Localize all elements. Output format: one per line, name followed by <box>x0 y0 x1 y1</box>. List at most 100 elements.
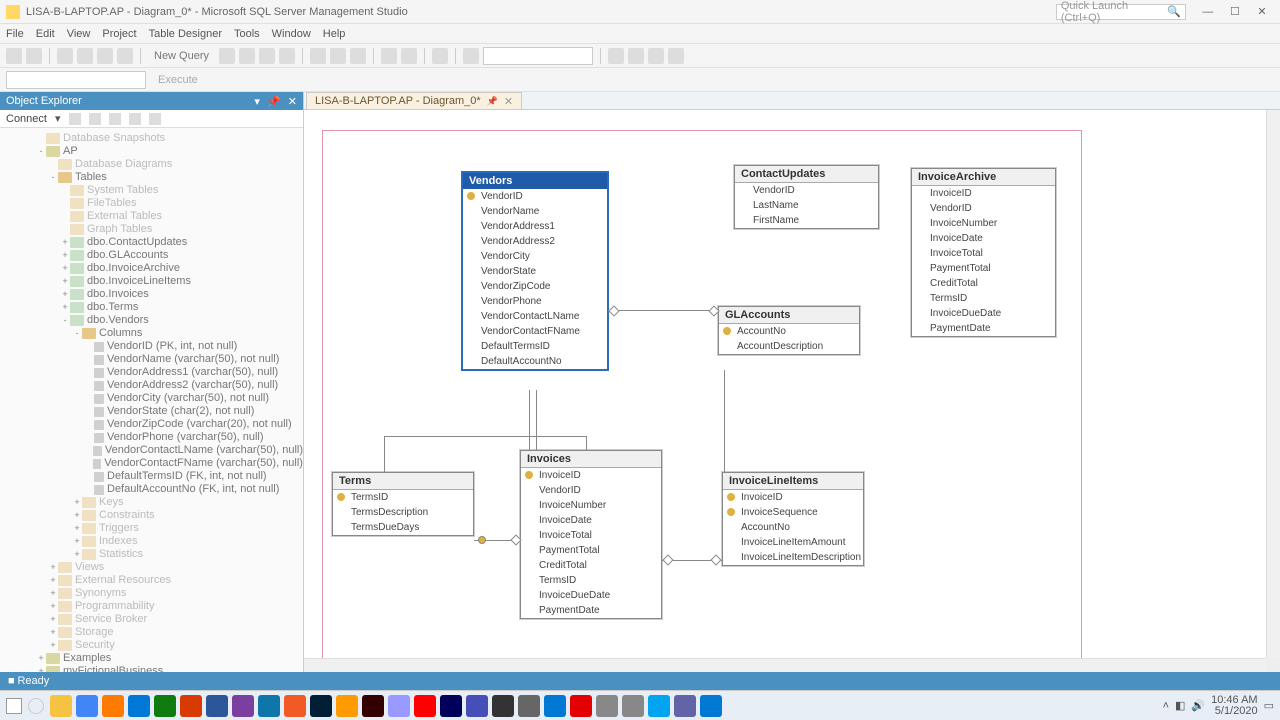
entity-column[interactable]: TermsID <box>333 490 473 505</box>
expand-icon[interactable]: + <box>60 249 70 262</box>
quick-launch-input[interactable]: Quick Launch (Ctrl+Q) 🔍 <box>1056 4 1186 20</box>
taskbar-app-icon[interactable] <box>440 695 462 717</box>
entity-column[interactable]: VendorState <box>463 264 607 279</box>
entity-column[interactable]: VendorID <box>912 201 1055 216</box>
database-combo[interactable] <box>6 71 146 89</box>
save-button[interactable] <box>97 48 113 64</box>
oe-tool-4[interactable] <box>149 113 161 125</box>
entity-terms[interactable]: Terms TermsIDTermsDescriptionTermsDueDay… <box>332 472 474 536</box>
diagram-canvas[interactable]: Vendors VendorIDVendorNameVendorAddress1… <box>304 110 1280 672</box>
entity-column[interactable]: VendorAddress1 <box>463 219 607 234</box>
tree-node[interactable]: VendorAddress2 (varchar(50), null) <box>0 379 303 392</box>
entity-column[interactable]: VendorZipCode <box>463 279 607 294</box>
pin-icon[interactable]: 📌 <box>487 96 498 107</box>
tree-node[interactable]: -Columns <box>0 327 303 340</box>
entity-invoicelineitems-title[interactable]: InvoiceLineItems <box>723 473 863 490</box>
tree-node[interactable]: VendorName (varchar(50), not null) <box>0 353 303 366</box>
notifications-icon[interactable]: ▭ <box>1264 699 1274 712</box>
entity-column[interactable]: TermsID <box>912 291 1055 306</box>
tb-icon-10[interactable] <box>668 48 684 64</box>
tree-node[interactable]: System Tables <box>0 184 303 197</box>
tab-close-icon[interactable]: ✕ <box>504 95 513 108</box>
expand-icon[interactable]: + <box>72 496 82 509</box>
toolbar-combo[interactable] <box>483 47 593 65</box>
horizontal-scrollbar[interactable] <box>304 658 1266 672</box>
cut-button[interactable] <box>310 48 326 64</box>
expand-icon[interactable]: + <box>48 574 58 587</box>
copy-button[interactable] <box>330 48 346 64</box>
expand-icon[interactable]: + <box>36 652 46 665</box>
expand-icon[interactable]: + <box>60 262 70 275</box>
oe-tool-3[interactable] <box>109 113 121 125</box>
taskbar-app-icon[interactable] <box>154 695 176 717</box>
entity-column[interactable]: AccountNo <box>723 520 863 535</box>
tree-node[interactable]: VendorCity (varchar(50), not null) <box>0 392 303 405</box>
taskbar-app-icon[interactable] <box>388 695 410 717</box>
tree-node[interactable]: Graph Tables <box>0 223 303 236</box>
entity-column[interactable]: VendorID <box>463 189 607 204</box>
entity-glaccounts-title[interactable]: GLAccounts <box>719 307 859 324</box>
entity-column[interactable]: InvoiceSequence <box>723 505 863 520</box>
taskbar-app-icon[interactable] <box>102 695 124 717</box>
tree-node[interactable]: +Keys <box>0 496 303 509</box>
minimize-button[interactable]: — <box>1196 6 1220 18</box>
taskbar-app-icon[interactable] <box>518 695 540 717</box>
entity-glaccounts[interactable]: GLAccounts AccountNoAccountDescription <box>718 306 860 355</box>
expand-icon[interactable]: + <box>48 561 58 574</box>
tree-node[interactable]: VendorContactLName (varchar(50), null) <box>0 444 303 457</box>
entity-column[interactable]: VendorName <box>463 204 607 219</box>
tree-node[interactable]: +Statistics <box>0 548 303 561</box>
entity-column[interactable]: LastName <box>735 198 878 213</box>
entity-column[interactable]: DefaultAccountNo <box>463 354 607 369</box>
expand-icon[interactable]: + <box>60 275 70 288</box>
clock[interactable]: 10:46 AM 5/1/2020 <box>1211 695 1257 717</box>
oe-close-icon[interactable]: ✕ <box>288 96 297 108</box>
execute-button[interactable]: Execute <box>152 74 204 86</box>
maximize-button[interactable]: ☐ <box>1223 5 1247 18</box>
taskbar-app-icon[interactable] <box>258 695 280 717</box>
menu-window[interactable]: Window <box>272 28 311 40</box>
tree-node[interactable]: VendorZipCode (varchar(20), not null) <box>0 418 303 431</box>
forward-button[interactable] <box>26 48 42 64</box>
entity-column[interactable]: TermsID <box>521 573 661 588</box>
entity-column[interactable]: TermsDescription <box>333 505 473 520</box>
tree-node[interactable]: +dbo.InvoiceArchive <box>0 262 303 275</box>
expand-icon[interactable]: + <box>36 665 46 672</box>
tree-node[interactable]: VendorState (char(2), not null) <box>0 405 303 418</box>
taskbar-app-icon[interactable] <box>466 695 488 717</box>
entity-invoicearchive[interactable]: InvoiceArchive InvoiceIDVendorIDInvoiceN… <box>911 168 1056 337</box>
taskbar-app-icon[interactable] <box>570 695 592 717</box>
paste-button[interactable] <box>350 48 366 64</box>
entity-column[interactable]: AccountDescription <box>719 339 859 354</box>
entity-terms-title[interactable]: Terms <box>333 473 473 490</box>
tree-node[interactable]: External Tables <box>0 210 303 223</box>
expand-icon[interactable]: + <box>60 236 70 249</box>
tree-node[interactable]: +Synonyms <box>0 587 303 600</box>
tree-node[interactable]: -AP <box>0 145 303 158</box>
entity-column[interactable]: InvoiceTotal <box>912 246 1055 261</box>
entity-column[interactable]: InvoiceID <box>912 186 1055 201</box>
entity-column[interactable]: AccountNo <box>719 324 859 339</box>
entity-column[interactable]: InvoiceNumber <box>521 498 661 513</box>
tray-volume-icon[interactable]: 🔊 <box>1191 699 1205 712</box>
tree-node[interactable]: DefaultAccountNo (FK, int, not null) <box>0 483 303 496</box>
entity-contactupdates[interactable]: ContactUpdates VendorIDLastNameFirstName <box>734 165 879 229</box>
taskbar-app-icon[interactable] <box>700 695 722 717</box>
entity-column[interactable]: TermsDueDays <box>333 520 473 535</box>
expand-icon[interactable]: - <box>48 171 58 184</box>
tree-node[interactable]: FileTables <box>0 197 303 210</box>
entity-column[interactable]: VendorPhone <box>463 294 607 309</box>
menu-edit[interactable]: Edit <box>36 28 55 40</box>
entity-column[interactable]: InvoiceLineItemAmount <box>723 535 863 550</box>
entity-column[interactable]: CreditTotal <box>912 276 1055 291</box>
tree-node[interactable]: +dbo.Terms <box>0 301 303 314</box>
expand-icon[interactable]: + <box>48 639 58 652</box>
entity-column[interactable]: InvoiceID <box>723 490 863 505</box>
redo-button[interactable] <box>401 48 417 64</box>
entity-column[interactable]: VendorCity <box>463 249 607 264</box>
tree-node[interactable]: +dbo.InvoiceLineItems <box>0 275 303 288</box>
oe-dropdown-icon[interactable]: ▾ <box>254 96 260 108</box>
entity-invoicearchive-title[interactable]: InvoiceArchive <box>912 169 1055 186</box>
expand-icon[interactable]: + <box>60 301 70 314</box>
tree-node[interactable]: +External Resources <box>0 574 303 587</box>
